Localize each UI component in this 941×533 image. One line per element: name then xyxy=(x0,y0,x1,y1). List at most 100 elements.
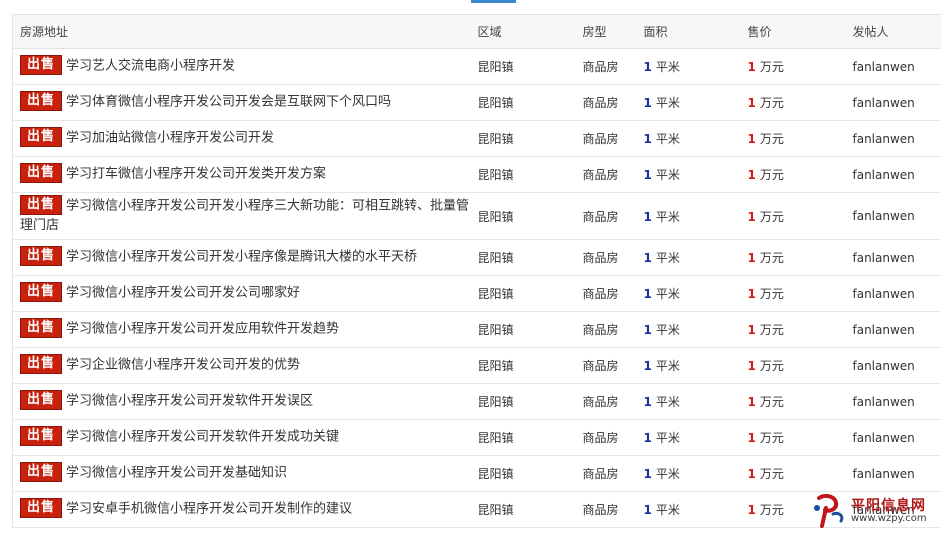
listing-title-link[interactable]: 学习微信小程序开发公司开发应用软件开发趋势 xyxy=(66,322,339,337)
listing-region: 昆阳镇 xyxy=(477,419,583,456)
listing-area: 1 平米 xyxy=(643,84,748,121)
table-row[interactable]: 出售 学习加油站微信小程序开发公司开发 昆阳镇 商品房 1 平米 1 万元 fanlanwen xyxy=(12,120,941,157)
price-unit: 万元 xyxy=(759,132,784,146)
area-unit: 平米 xyxy=(655,287,680,301)
price-value: 1 xyxy=(747,431,756,445)
price-value: 1 xyxy=(747,323,756,337)
listing-poster: fanlanwen xyxy=(852,192,941,240)
area-unit: 平米 xyxy=(655,209,680,224)
price-unit: 万元 xyxy=(759,287,784,301)
listing-title-link[interactable]: 学习企业微信小程序开发公司开发的优势 xyxy=(66,358,300,373)
table-row[interactable]: 出售 学习微信小程序开发公司开发小程序三大新功能：可相互跳转、批量管理门店 昆阳镇商… xyxy=(12,192,941,240)
listing-region: 昆阳镇 xyxy=(477,156,583,193)
area-value: 1 xyxy=(643,60,652,74)
listing-poster: fanlanwen xyxy=(852,120,941,157)
area-unit: 平米 xyxy=(655,431,680,445)
table-row[interactable]: 出售 学习微信小程序开发公司开发公司哪家好 昆阳镇 商品房 1 平米 1 万元 fanlanwe… xyxy=(12,275,941,312)
table-header-row: 房源地址 区域 房型 面积 售价 发帖人 xyxy=(12,14,941,49)
listing-title-link[interactable]: 学习艺人交流电商小程序开发 xyxy=(66,59,235,74)
price-value: 1 xyxy=(747,359,756,373)
area-unit: 平米 xyxy=(655,323,680,337)
listing-region: 昆阳镇 xyxy=(477,192,583,240)
active-tab-indicator xyxy=(471,0,516,3)
listing-region: 昆阳镇 xyxy=(477,383,583,420)
table-row[interactable]: 出售 学习企业微信小程序开发公司开发的优势 昆阳镇 商品房 1 平米 1 万元 fanlanwe… xyxy=(12,347,941,384)
for-sale-badge: 出售 xyxy=(20,426,62,447)
listing-type: 商品房 xyxy=(582,311,644,348)
listing-type: 商品房 xyxy=(582,491,644,528)
listing-title-cell: 出售 学习企业微信小程序开发公司开发的优势 xyxy=(12,347,478,384)
listing-type: 商品房 xyxy=(582,455,644,492)
listing-title-link[interactable]: 学习微信小程序开发公司开发基础知识 xyxy=(66,466,287,481)
header-address: 房源地址 xyxy=(12,14,478,49)
listing-title-cell: 出售 学习微信小程序开发公司开发软件开发误区 xyxy=(12,383,478,420)
for-sale-badge: 出售 xyxy=(20,91,62,112)
price-unit: 万元 xyxy=(759,431,784,445)
listing-price: 1 万元 xyxy=(747,383,853,420)
header-price: 售价 xyxy=(747,14,853,49)
price-unit: 万元 xyxy=(759,251,784,265)
listing-title-link[interactable]: 学习微信小程序开发公司开发公司哪家好 xyxy=(66,286,300,301)
table-row[interactable]: 出售 学习艺人交流电商小程序开发 昆阳镇 商品房 1 平米 1 万元 fanlanwen xyxy=(12,48,941,85)
for-sale-badge: 出售 xyxy=(20,282,62,303)
listing-type: 商品房 xyxy=(582,275,644,312)
listing-region: 昆阳镇 xyxy=(477,491,583,528)
listing-title-cell: 出售 学习艺人交流电商小程序开发 xyxy=(12,48,478,85)
listing-title-link[interactable]: 学习体育微信小程序开发公司开发会是互联网下个风口吗 xyxy=(66,95,391,110)
listing-title-cell: 出售 学习微信小程序开发公司开发基础知识 xyxy=(12,455,478,492)
table-row[interactable]: 出售 学习打车微信小程序开发公司开发类开发方案 昆阳镇 商品房 1 平米 1 万元 fanlan… xyxy=(12,156,941,193)
listing-title-cell: 出售 学习加油站微信小程序开发公司开发 xyxy=(12,120,478,157)
listing-title-cell: 出售 学习打车微信小程序开发公司开发类开发方案 xyxy=(12,156,478,193)
listing-title-link[interactable]: 学习加油站微信小程序开发公司开发 xyxy=(66,131,274,146)
for-sale-badge: 出售 xyxy=(20,390,62,411)
listing-region: 昆阳镇 xyxy=(477,455,583,492)
header-region: 区域 xyxy=(477,14,583,49)
listing-type: 商品房 xyxy=(582,192,644,240)
area-value: 1 xyxy=(643,96,652,110)
listing-area: 1 平米 xyxy=(643,239,748,276)
listing-area: 1 平米 xyxy=(643,120,748,157)
listing-price: 1 万元 xyxy=(747,455,853,492)
listing-title-link[interactable]: 学习微信小程序开发公司开发软件开发误区 xyxy=(66,394,313,409)
listing-price: 1 万元 xyxy=(747,120,853,157)
listing-title-cell: 出售 学习微信小程序开发公司开发软件开发成功关键 xyxy=(12,419,478,456)
area-value: 1 xyxy=(643,395,652,409)
listing-price: 1 万元 xyxy=(747,347,853,384)
listing-title-link[interactable]: 学习微信小程序开发公司开发软件开发成功关键 xyxy=(66,430,339,445)
listing-area: 1 平米 xyxy=(643,455,748,492)
listing-type: 商品房 xyxy=(582,347,644,384)
area-unit: 平米 xyxy=(655,168,680,182)
area-value: 1 xyxy=(643,251,652,265)
table-row[interactable]: 出售 学习微信小程序开发公司开发软件开发成功关键 昆阳镇 商品房 1 平米 1 万元 fanla… xyxy=(12,419,941,456)
listing-table: 房源地址 区域 房型 面积 售价 发帖人 出售 学习艺人交流电商小程序开发 昆阳镇商… xyxy=(12,14,941,528)
listing-area: 1 平米 xyxy=(643,491,748,528)
listing-title-link[interactable]: 学习微信小程序开发公司开发小程序三大新功能：可相互跳转、批量管理门店 xyxy=(20,198,469,233)
listing-poster: fanlanwen xyxy=(852,347,941,384)
area-value: 1 xyxy=(643,323,652,337)
for-sale-badge: 出售 xyxy=(20,498,62,519)
listing-price: 1 万元 xyxy=(747,156,853,193)
for-sale-badge: 出售 xyxy=(20,163,62,184)
table-row[interactable]: 出售 学习安卓手机微信小程序开发公司开发制作的建议 昆阳镇 商品房 1 平米 1 万元 fanl… xyxy=(12,491,941,528)
area-value: 1 xyxy=(643,168,652,182)
listing-title-link[interactable]: 学习微信小程序开发公司开发小程序像是腾讯大楼的水平天桥 xyxy=(66,250,417,265)
listing-title-link[interactable]: 学习打车微信小程序开发公司开发类开发方案 xyxy=(66,167,326,182)
listing-title-cell: 出售 学习微信小程序开发公司开发公司哪家好 xyxy=(12,275,478,312)
header-area: 面积 xyxy=(643,14,748,49)
listing-price: 1 万元 xyxy=(747,419,853,456)
price-value: 1 xyxy=(747,467,756,481)
price-unit: 万元 xyxy=(759,323,784,337)
table-row[interactable]: 出售 学习微信小程序开发公司开发基础知识 昆阳镇 商品房 1 平米 1 万元 fanlanwen xyxy=(12,455,941,492)
table-row[interactable]: 出售 学习体育微信小程序开发公司开发会是互联网下个风口吗 昆阳镇 商品房 1 平米 1 万元 f… xyxy=(12,84,941,121)
area-unit: 平米 xyxy=(655,359,680,373)
table-row[interactable]: 出售 学习微信小程序开发公司开发小程序像是腾讯大楼的水平天桥 昆阳镇 商品房 1 平米 1 万… xyxy=(12,239,941,276)
listing-title-cell: 出售 学习微信小程序开发公司开发应用软件开发趋势 xyxy=(12,311,478,348)
listing-type: 商品房 xyxy=(582,48,644,85)
price-value: 1 xyxy=(747,60,756,74)
price-value: 1 xyxy=(747,168,756,182)
table-row[interactable]: 出售 学习微信小程序开发公司开发应用软件开发趋势 昆阳镇 商品房 1 平米 1 万元 fanla… xyxy=(12,311,941,348)
listing-poster: fanlanwen xyxy=(852,275,941,312)
listing-poster: fanlanwen xyxy=(852,48,941,85)
table-row[interactable]: 出售 学习微信小程序开发公司开发软件开发误区 昆阳镇 商品房 1 平米 1 万元 fanlanw… xyxy=(12,383,941,420)
listing-title-link[interactable]: 学习安卓手机微信小程序开发公司开发制作的建议 xyxy=(66,502,352,517)
